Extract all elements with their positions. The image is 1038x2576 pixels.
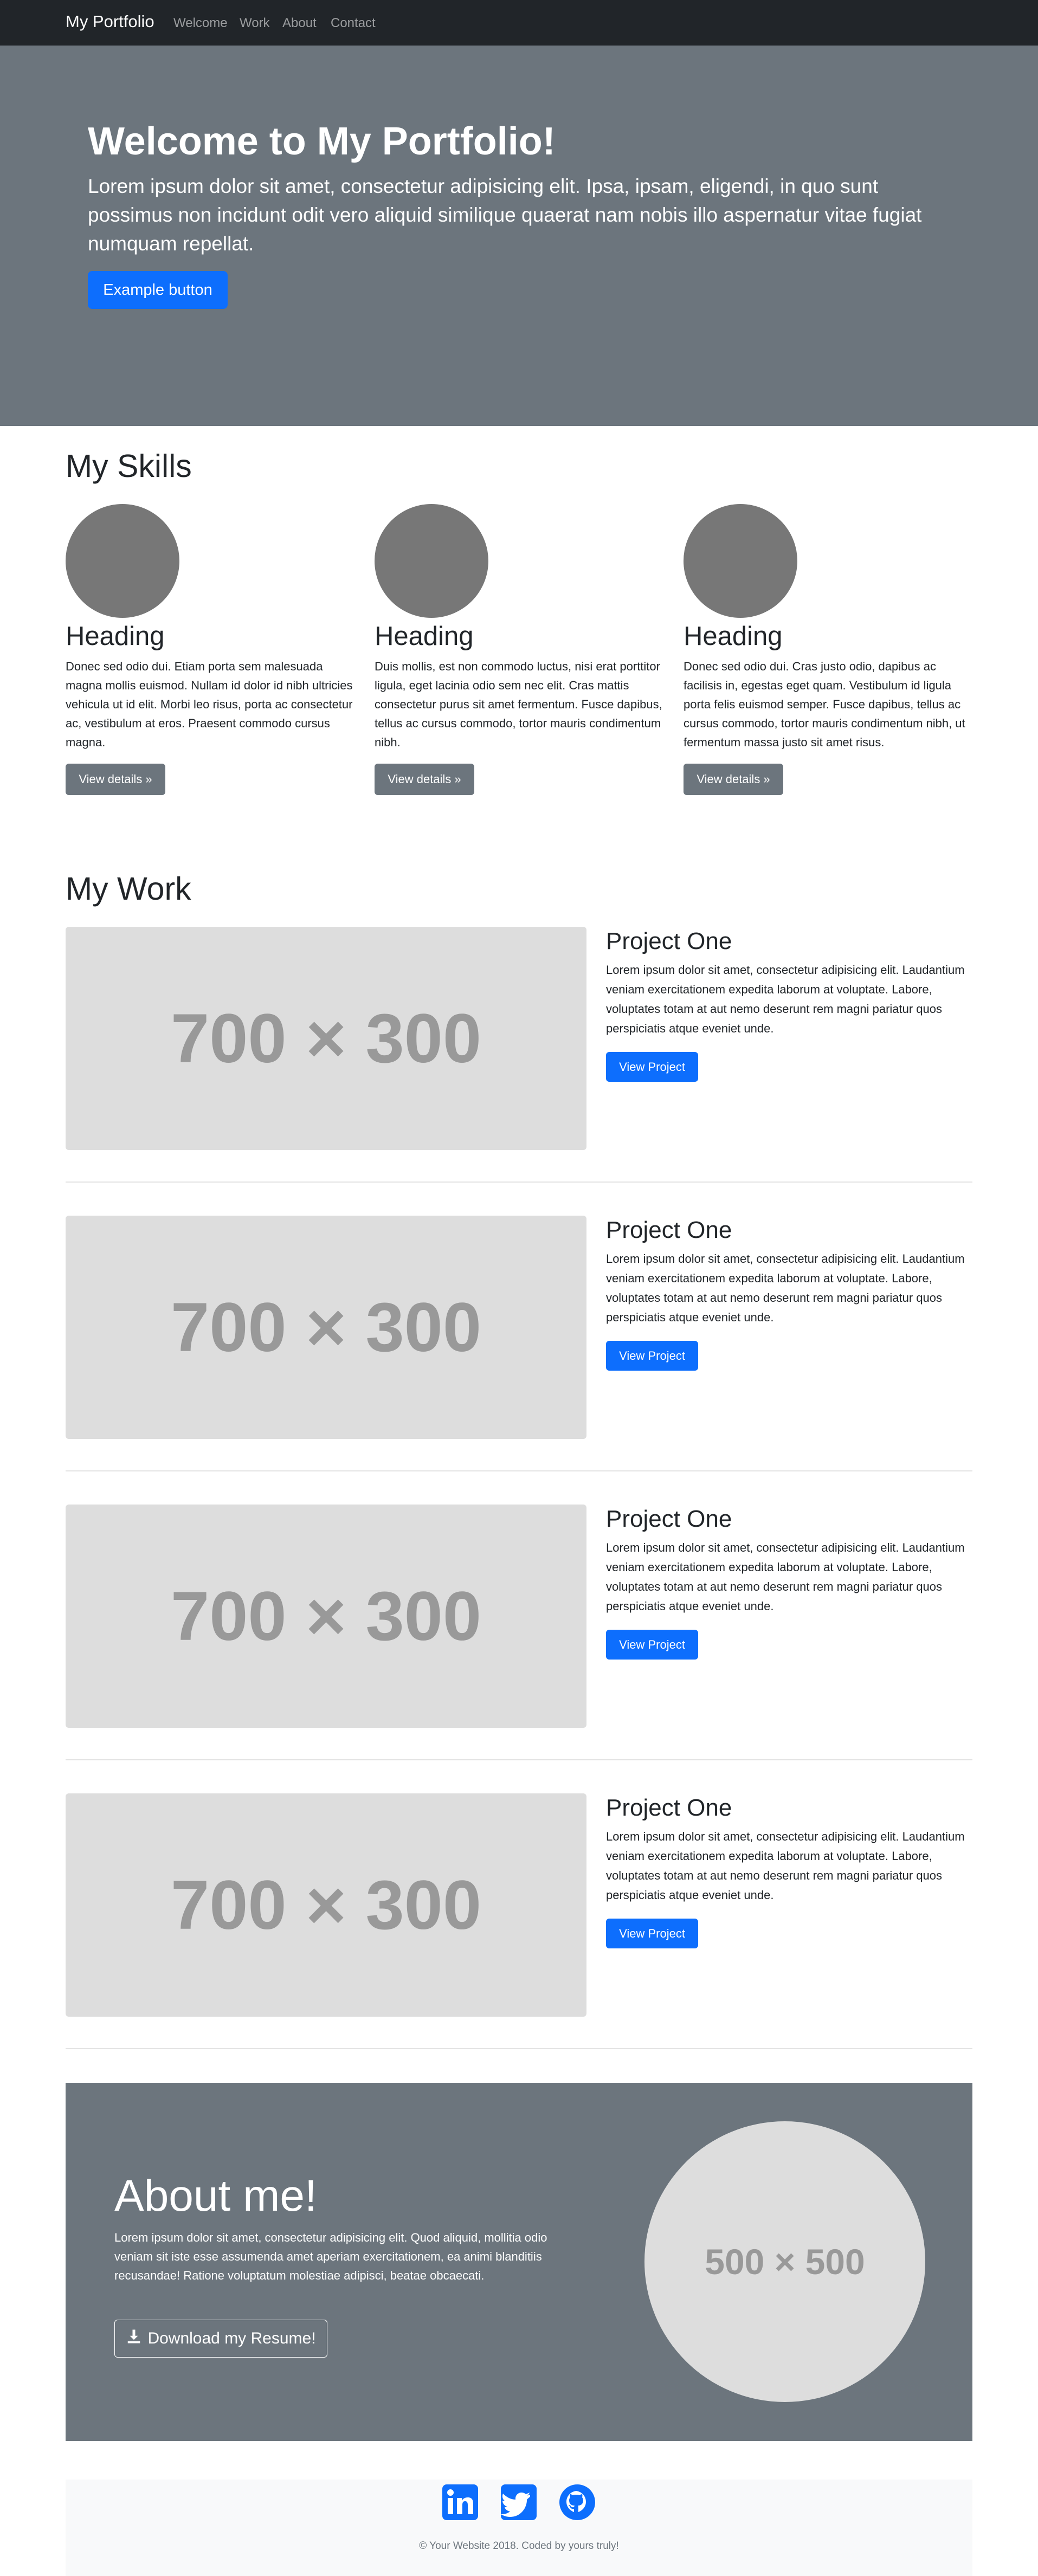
skill-image (66, 504, 179, 618)
skill-card: Heading Donec sed odio dui. Etiam porta … (66, 504, 358, 795)
skill-text: Duis mollis, est non commodo luctus, nis… (375, 660, 662, 749)
hero-jumbotron: Welcome to My Portfolio! Lorem ipsum dol… (0, 46, 1038, 426)
project-text: Lorem ipsum dolor sit amet, consectetur … (606, 963, 965, 1035)
skill-card: Heading Duis mollis, est non commodo luc… (375, 504, 667, 795)
about-title: About me! (114, 2171, 317, 2220)
navbar: My Portfolio Welcome Work About Contact (0, 0, 1038, 46)
project-image-placeholder: 700 × 300 (66, 1505, 586, 1728)
view-details-button[interactable]: View details » (684, 764, 783, 795)
skill-image (684, 504, 797, 618)
project-title: Project One (606, 1794, 732, 1821)
skill-text: Donec sed odio dui. Cras justo odio, dap… (684, 660, 965, 749)
skill-text: Donec sed odio dui. Etiam porta sem male… (66, 660, 353, 749)
download-icon (126, 2328, 142, 2349)
nav-link-contact[interactable]: Contact (331, 16, 376, 31)
footer-copyright: © Your Website 2018. Coded by yours trul… (419, 2540, 619, 2552)
divider (66, 1759, 972, 1760)
nav-link-work[interactable]: Work (240, 16, 270, 31)
about-image-placeholder: 500 × 500 (644, 2121, 925, 2402)
project-title: Project One (606, 1506, 732, 1532)
skills-title: My Skills (66, 448, 192, 484)
view-project-button[interactable]: View Project (606, 1341, 698, 1371)
skill-image (375, 504, 488, 618)
project-text: Lorem ipsum dolor sit amet, consectetur … (606, 1252, 965, 1324)
twitter-icon[interactable] (500, 2483, 538, 2521)
skill-heading: Heading (66, 622, 165, 651)
view-project-button[interactable]: View Project (606, 1919, 698, 1948)
example-button[interactable]: Example button (88, 271, 228, 309)
linkedin-icon[interactable] (441, 2483, 479, 2521)
about-text: Lorem ipsum dolor sit amet, consectetur … (114, 2231, 547, 2282)
download-resume-button[interactable]: Download my Resume! (114, 2320, 327, 2358)
divider (66, 1470, 972, 1471)
project-text: Lorem ipsum dolor sit amet, consectetur … (606, 1830, 965, 1902)
about-section: About me! Lorem ipsum dolor sit amet, co… (66, 2083, 972, 2441)
skill-card: Heading Donec sed odio dui. Cras justo o… (684, 504, 976, 795)
github-icon[interactable] (558, 2483, 596, 2521)
project-image-placeholder: 700 × 300 (66, 927, 586, 1150)
project-title: Project One (606, 1217, 732, 1243)
view-project-button[interactable]: View Project (606, 1630, 698, 1660)
view-details-button[interactable]: View details » (375, 764, 474, 795)
work-title: My Work (66, 871, 191, 907)
view-project-button[interactable]: View Project (606, 1052, 698, 1082)
navbar-brand[interactable]: My Portfolio (66, 12, 154, 31)
nav-link-welcome[interactable]: Welcome (173, 16, 228, 31)
hero-text: Lorem ipsum dolor sit amet, consectetur … (88, 175, 922, 255)
skill-heading: Heading (375, 622, 474, 651)
hero-title: Welcome to My Portfolio! (88, 120, 556, 163)
project-image-placeholder: 700 × 300 (66, 1216, 586, 1439)
project-image-placeholder: 700 × 300 (66, 1793, 586, 2017)
divider (66, 2048, 972, 2049)
view-details-button[interactable]: View details » (66, 764, 165, 795)
download-resume-label: Download my Resume! (147, 2329, 316, 2347)
project-title: Project One (606, 928, 732, 954)
project-text: Lorem ipsum dolor sit amet, consectetur … (606, 1541, 965, 1613)
skill-heading: Heading (684, 622, 783, 651)
divider (66, 1182, 972, 1183)
nav-link-about[interactable]: About (282, 16, 317, 31)
